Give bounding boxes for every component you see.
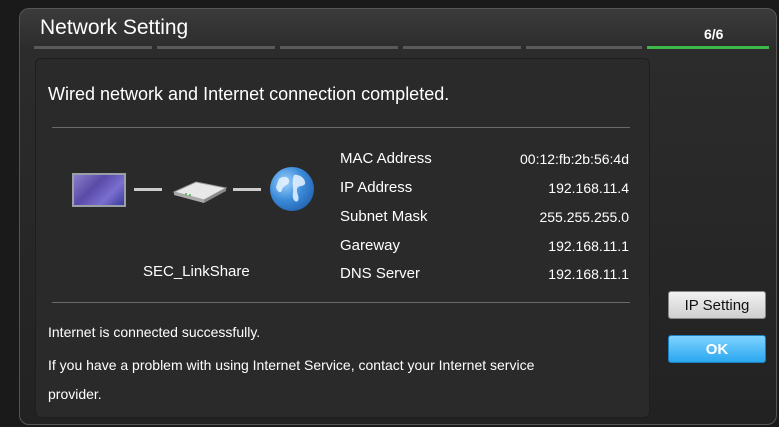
router-icon xyxy=(172,181,228,203)
progress-segment-3 xyxy=(280,46,398,49)
ip-setting-button[interactable]: IP Setting xyxy=(668,291,766,319)
tv-icon xyxy=(72,173,126,207)
dialog-title: Network Setting xyxy=(40,16,189,39)
ip-address-value: 192.168.11.4 xyxy=(548,180,629,196)
help-message-line2: provider. xyxy=(48,386,102,402)
step-indicator: 6/6 xyxy=(704,26,724,42)
bottom-divider xyxy=(52,302,630,303)
progress-segment-2 xyxy=(157,46,275,49)
connection-status-message: Internet is connected successfully. xyxy=(48,324,261,340)
progress-segment-5 xyxy=(526,46,642,49)
device-name: SEC_LinkShare xyxy=(143,263,250,280)
mac-address-label: MAC Address xyxy=(340,150,432,167)
progress-segment-6 xyxy=(647,46,769,49)
connector-line xyxy=(134,188,162,191)
subnet-mask-value: 255.255.255.0 xyxy=(539,209,629,225)
help-message-line1: If you have a problem with using Interne… xyxy=(48,357,535,373)
gateway-label: Gareway xyxy=(340,237,401,254)
completion-headline: Wired network and Internet connection co… xyxy=(48,84,450,104)
gateway-value: 192.168.11.1 xyxy=(548,238,629,254)
ip-address-label: IP Address xyxy=(340,179,413,196)
top-divider xyxy=(52,127,630,128)
mac-address-value: 00:12:fb:2b:56:4d xyxy=(520,151,629,167)
dns-server-value: 192.168.11.1 xyxy=(548,266,629,282)
ok-button[interactable]: OK xyxy=(668,335,766,363)
globe-icon xyxy=(270,167,314,211)
progress-segment-1 xyxy=(34,46,152,49)
dns-server-label: DNS Server xyxy=(340,265,421,282)
progress-segment-4 xyxy=(403,46,521,49)
subnet-mask-label: Subnet Mask xyxy=(340,208,428,225)
connector-line xyxy=(233,188,261,191)
